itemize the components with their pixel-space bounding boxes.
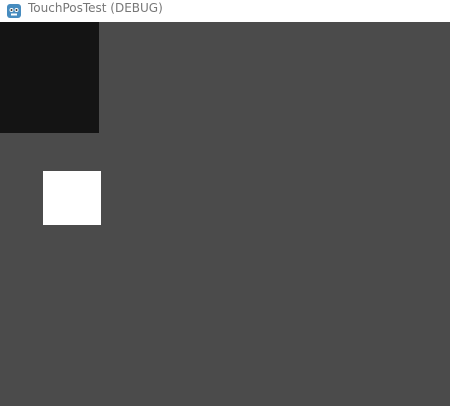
app-window: TouchPosTest (DEBUG) [0,0,450,406]
godot-engine-icon [6,3,22,19]
title-bar[interactable]: TouchPosTest (DEBUG) [0,0,450,22]
dark-rectangle [0,22,99,133]
game-viewport[interactable] [0,22,450,406]
touch-position-marker [43,171,101,225]
window-title: TouchPosTest (DEBUG) [28,1,163,15]
